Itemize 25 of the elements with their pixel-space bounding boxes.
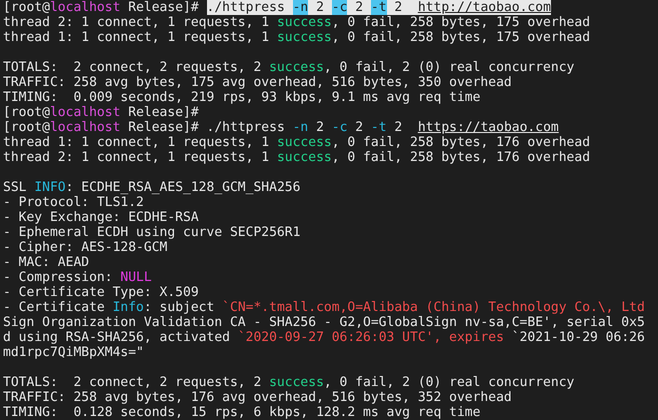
terminal-line: [root@localhost Release]# [3,105,199,120]
terminal-line: TRAFFIC: 258 avg bytes, 175 avg overhead, 516 bytes, 350 overhead [3,75,512,90]
terminal-line: Sign Organization Validation CA - SHA256 - G2,O=GlobalSign nv-sa,C=BE', serial 0x5 [3,315,645,330]
terminal-line: - Cipher: AES-128-GCM [3,240,168,255]
terminal-line: md1rpc7QiMBpXM4s=" [3,345,144,360]
terminal-line: [root@localhost Release]# ./httpress -n 2 -c 2 -t 2 http://taobao.com [3,0,551,15]
terminal-line: TOTALS: 2 connect, 2 requests, 2 success, 0 fail, 2 (0) real concurrency [3,375,574,390]
terminal-line: TIMING: 0.009 seconds, 219 rps, 93 kbps, 9.1 ms avg req time [3,90,480,105]
terminal-line: thread 1: 1 connect, 1 requests, 1 success, 0 fail, 258 bytes, 175 overhead [3,30,590,45]
terminal-line: TIMING: 0.128 seconds, 15 rps, 6 kbps, 128.2 ms avg req time [3,405,480,420]
terminal-line: SSL INFO: ECDHE_RSA_AES_128_GCM_SHA256 [3,180,300,195]
terminal-line: - Key Exchange: ECDHE-RSA [3,210,199,225]
terminal-line: thread 2: 1 connect, 1 requests, 1 success, 0 fail, 258 bytes, 175 overhead [3,15,590,30]
terminal-line: TOTALS: 2 connect, 2 requests, 2 success, 0 fail, 2 (0) real concurrency [3,60,574,75]
terminal-line: TRAFFIC: 258 avg bytes, 176 avg overhead, 516 bytes, 352 overhead [3,390,512,405]
terminal-line: d using RSA-SHA256, activated `2020-09-27 06:26:03 UTC', expires `2021-10-29 06:26 [3,330,645,345]
terminal-line: - Compression: NULL [3,270,152,285]
terminal-line: - Certificate Info: subject `CN=*.tmall.com,O=Alibaba (China) Technology Co.\, Ltd [3,300,645,315]
terminal-line: - MAC: AEAD [3,255,90,270]
terminal-line: - Certificate Type: X.509 [3,285,199,300]
terminal-line: thread 2: 1 connect, 1 requests, 1 success, 0 fail, 258 bytes, 176 overhead [3,150,590,165]
terminal-line: thread 1: 1 connect, 1 requests, 1 success, 0 fail, 258 bytes, 176 overhead [3,135,590,150]
terminal-line: [root@localhost Release]# ./httpress -n 2 -c 2 -t 2 https://taobao.com [3,120,559,135]
terminal-line: - Ephemeral ECDH using curve SECP256R1 [3,225,300,240]
terminal-line: - Protocol: TLS1.2 [3,195,144,210]
